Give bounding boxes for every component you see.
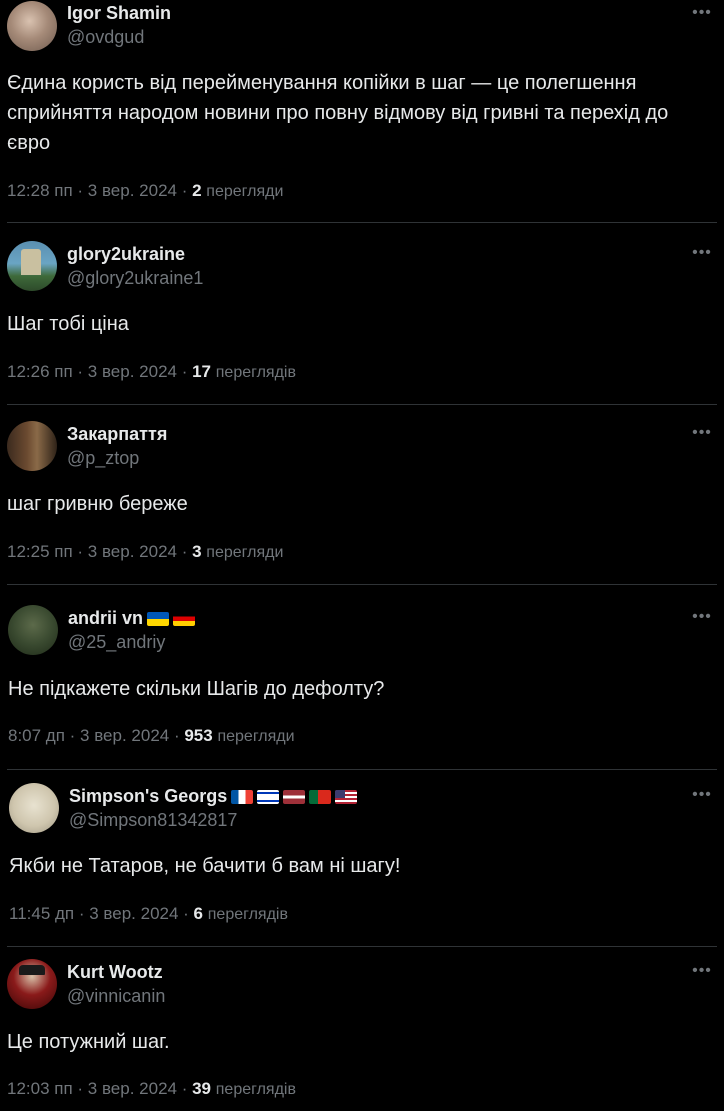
- view-count: 17: [192, 362, 212, 381]
- timestamp[interactable]: 11:45 дп · 3 вер. 2024 ·: [9, 904, 194, 923]
- tweet-text: шаг гривню береже: [7, 493, 188, 515]
- tweet[interactable]: glory2ukraine @glory2ukraine1 ••• Шаг то…: [0, 240, 724, 404]
- tweet-meta: 11:45 дп · 3 вер. 2024 · 6 переглядів: [9, 904, 288, 924]
- avatar[interactable]: [9, 783, 59, 833]
- view-label: перегляди: [206, 183, 284, 200]
- tweet-meta: 12:25 пп · 3 вер. 2024 · 3 перегляди: [7, 542, 283, 562]
- divider: [7, 769, 717, 770]
- view-label: переглядів: [215, 364, 296, 381]
- author-name[interactable]: glory2ukraine: [67, 244, 185, 265]
- portugal-flag-icon: [309, 789, 332, 804]
- usa-flag-icon: [335, 789, 358, 804]
- author-name-text: Simpson's Georgs: [69, 786, 228, 806]
- divider: [7, 222, 717, 223]
- tweet[interactable]: Закарпаття @p_ztop ••• шаг гривню береже…: [0, 420, 724, 584]
- tweet-text: Якби не Татаров, не бачити б вам ні шагу…: [9, 855, 401, 877]
- tweet-meta: 12:03 пп · 3 вер. 2024 · 39 переглядів: [7, 1079, 296, 1099]
- view-count: 2: [192, 181, 202, 200]
- timestamp[interactable]: 12:25 пп · 3 вер. 2024 ·: [7, 542, 192, 561]
- more-options-icon[interactable]: •••: [692, 245, 712, 268]
- author-name[interactable]: Закарпаття: [67, 424, 167, 445]
- more-options-icon[interactable]: •••: [692, 963, 712, 986]
- tweet-meta: 12:28 пп · 3 вер. 2024 · 2 перегляди: [7, 181, 283, 201]
- view-count: 6: [193, 904, 204, 923]
- avatar[interactable]: [7, 959, 57, 1009]
- more-options-icon[interactable]: •••: [692, 5, 712, 28]
- view-label: перегляди: [217, 728, 295, 745]
- tweet-text: Це потужний шаг.: [7, 1031, 170, 1053]
- germany-flag-icon: [173, 611, 196, 626]
- ukraine-flag-icon: [147, 611, 170, 626]
- more-options-icon[interactable]: •••: [692, 787, 712, 810]
- tweet-text: Не підкажете скільки Шагів до дефолту?: [8, 678, 385, 700]
- tweet[interactable]: andrii vn @25_andriy ••• Не підкажете ск…: [0, 604, 724, 768]
- author-handle[interactable]: @25_andriy: [68, 632, 165, 653]
- avatar[interactable]: [7, 421, 57, 471]
- view-label: перегляди: [206, 544, 284, 561]
- view-label: переглядів: [215, 1081, 296, 1098]
- more-options-icon[interactable]: •••: [692, 425, 712, 448]
- tweet-text: Шаг тобі ціна: [7, 313, 129, 335]
- avatar[interactable]: [7, 241, 57, 291]
- latvia-flag-icon: [283, 789, 306, 804]
- author-handle[interactable]: @vinnicanin: [67, 986, 165, 1007]
- tweet-meta: 12:26 пп · 3 вер. 2024 · 17 переглядів: [7, 362, 296, 382]
- timestamp[interactable]: 12:28 пп · 3 вер. 2024 ·: [7, 181, 192, 200]
- view-count: 953: [184, 726, 213, 745]
- france-flag-icon: [231, 789, 254, 804]
- avatar[interactable]: [7, 1, 57, 51]
- tweet-text: Єдина користь від перейменування копійки…: [7, 72, 669, 154]
- timestamp[interactable]: 12:03 пп · 3 вер. 2024 ·: [7, 1079, 192, 1098]
- divider: [7, 404, 717, 405]
- tweet-meta: 8:07 дп · 3 вер. 2024 · 953 перегляди: [8, 726, 295, 746]
- view-count: 39: [192, 1079, 212, 1098]
- divider: [7, 946, 717, 947]
- divider: [7, 584, 717, 585]
- author-name[interactable]: Kurt Wootz: [67, 962, 163, 983]
- timestamp[interactable]: 8:07 дп · 3 вер. 2024 ·: [8, 726, 184, 745]
- tweet[interactable]: Kurt Wootz @vinnicanin ••• Це потужний ш…: [0, 958, 724, 1111]
- author-name-text: andrii vn: [68, 608, 144, 628]
- view-label: переглядів: [207, 906, 288, 923]
- author-handle[interactable]: @ovdgud: [67, 27, 144, 48]
- timestamp[interactable]: 12:26 пп · 3 вер. 2024 ·: [7, 362, 192, 381]
- tweet[interactable]: Simpson's Georgs @Simpson81342817 ••• Як…: [0, 782, 724, 946]
- author-name[interactable]: andrii vn: [68, 608, 196, 629]
- tweet[interactable]: Igor Shamin @ovdgud ••• Єдина користь ві…: [0, 0, 724, 222]
- author-handle[interactable]: @Simpson81342817: [69, 810, 237, 831]
- israel-flag-icon: [257, 789, 280, 804]
- author-name[interactable]: Simpson's Georgs: [69, 786, 358, 807]
- author-handle[interactable]: @glory2ukraine1: [67, 268, 203, 289]
- author-name[interactable]: Igor Shamin: [67, 3, 171, 24]
- avatar[interactable]: [8, 605, 58, 655]
- author-handle[interactable]: @p_ztop: [67, 448, 139, 469]
- view-count: 3: [192, 542, 202, 561]
- more-options-icon[interactable]: •••: [692, 609, 712, 632]
